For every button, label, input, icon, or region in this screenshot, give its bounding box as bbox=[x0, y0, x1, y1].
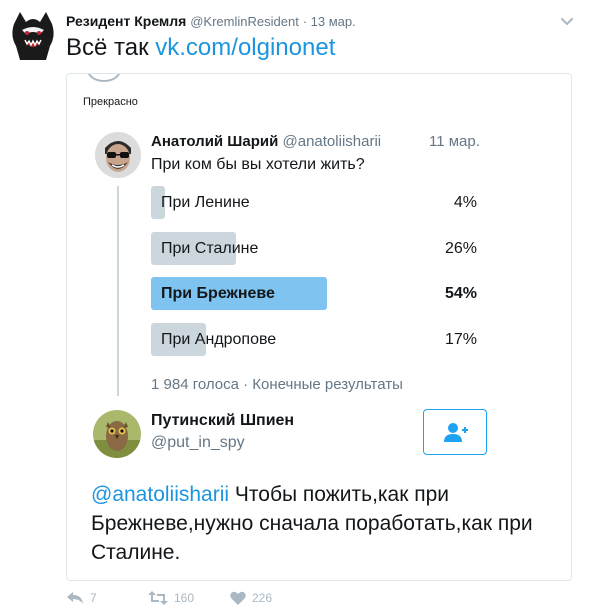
tweet-header: Резидент Кремля @KremlinResident · 13 ма… bbox=[66, 13, 356, 29]
kremlin-mascot-icon bbox=[12, 12, 54, 60]
author-handle[interactable]: @KremlinResident bbox=[190, 14, 299, 29]
poll-option-label: При Андропове bbox=[161, 330, 277, 348]
thread-line bbox=[117, 186, 119, 396]
reply-icon bbox=[67, 591, 83, 604]
poll-question: При ком бы вы хотели жить? bbox=[151, 156, 365, 173]
poll-option-percent: 4% bbox=[453, 194, 477, 211]
reply-author-name: Путинский Шпиен bbox=[151, 412, 295, 429]
chevron-down-icon[interactable] bbox=[559, 13, 575, 29]
poll-option-percent: 17% bbox=[444, 330, 477, 348]
poll-author-name: Анатолий Шарий bbox=[151, 133, 279, 150]
poll-option-label: При Ленине bbox=[161, 194, 250, 211]
poll-option: При Ленине 4% bbox=[151, 186, 477, 219]
reply-count: 7 bbox=[90, 590, 97, 605]
embedded-image-card[interactable]: Прекрасно Анатолий Шарий @anatoliisharii… bbox=[66, 73, 572, 581]
retweet-action[interactable]: 160 bbox=[148, 590, 194, 605]
retweet-count: 160 bbox=[174, 590, 195, 605]
owl-photo-icon bbox=[93, 410, 141, 458]
poll-option-label: При Брежневе bbox=[161, 285, 275, 302]
poll-option-percent: 54% bbox=[444, 285, 477, 302]
tweet-text-prefix: Всё так bbox=[66, 34, 156, 61]
poll-author-avatar bbox=[95, 132, 141, 178]
poll-author-handle: @anatoliisharii bbox=[282, 133, 382, 150]
cropped-avatar-outline bbox=[87, 74, 121, 82]
poll-option-label: При Сталине bbox=[161, 239, 259, 257]
reply-action[interactable]: 7 bbox=[66, 590, 97, 605]
poll-footer: 1 984 голоса · Конечные результаты bbox=[151, 376, 403, 393]
follow-user-icon bbox=[444, 423, 468, 442]
reply-author-handle: @put_in_spy bbox=[151, 434, 245, 451]
poll-option: При Брежневе 54% bbox=[151, 277, 477, 310]
poll-author: Анатолий Шарий @anatoliisharii bbox=[151, 133, 381, 150]
like-count: 226 bbox=[252, 590, 273, 605]
like-action[interactable]: 226 bbox=[230, 590, 272, 605]
reply-mention: @anatoliisharii bbox=[91, 483, 230, 506]
author-name[interactable]: Резидент Кремля bbox=[66, 13, 186, 29]
retweet-icon bbox=[148, 590, 168, 605]
person-photo-icon bbox=[95, 132, 141, 178]
poll-option: При Андропове 17% bbox=[151, 322, 477, 356]
tweet-link[interactable]: vk.com/olginonet bbox=[155, 34, 335, 61]
poll-tweet-time: 11 мар. bbox=[429, 133, 480, 150]
follow-button[interactable] bbox=[423, 409, 487, 455]
tweet-time[interactable]: · 13 мар. bbox=[303, 14, 356, 29]
heart-icon bbox=[230, 591, 246, 605]
poll-option-percent: 26% bbox=[444, 239, 477, 257]
reply-text: @anatoliisharii Чтобы пожить,как при Бре… bbox=[91, 480, 561, 567]
card-caption: Прекрасно bbox=[83, 96, 138, 108]
author-avatar[interactable] bbox=[10, 10, 56, 62]
reply-author-avatar bbox=[93, 410, 141, 458]
tweet-text: Всё так vk.com/olginonet bbox=[66, 34, 335, 62]
poll-option: При Сталине 26% bbox=[151, 231, 477, 265]
